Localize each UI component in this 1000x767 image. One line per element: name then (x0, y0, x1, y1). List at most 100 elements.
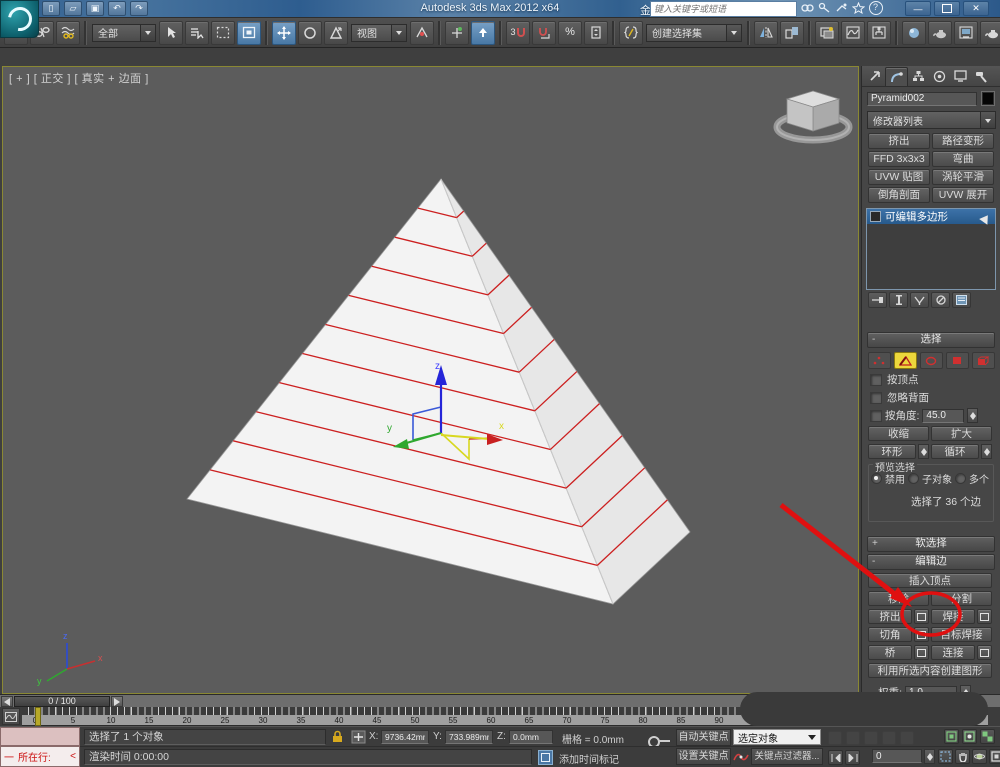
preview-disable-radio[interactable] (871, 473, 882, 484)
playback-controls[interactable] (828, 731, 914, 745)
set-key-button[interactable]: 设置关键点 (676, 748, 731, 765)
bind-to-space-warp-icon[interactable] (56, 21, 80, 45)
zoom-region-icon[interactable] (938, 749, 953, 764)
percent-snap-icon[interactable]: % (558, 21, 582, 45)
grow-button[interactable]: 扩大 (931, 426, 992, 441)
maxscript-mini-recorder[interactable] (0, 727, 80, 746)
configure-modifier-sets-icon[interactable] (952, 292, 971, 308)
zoom-extents-all-icon[interactable] (980, 729, 995, 744)
modifier-preset-button[interactable]: 弯曲 (932, 151, 994, 167)
zoom-extents-selected-icon[interactable] (962, 729, 977, 744)
preview-multiple-radio[interactable] (955, 473, 966, 484)
named-selection-sets-dropdown[interactable]: 创建选择集 (646, 24, 742, 42)
communication-center-icon[interactable] (834, 1, 849, 14)
schematic-view-icon[interactable] (867, 21, 891, 45)
chamfer-button[interactable]: 切角 (868, 627, 912, 642)
render-production-icon[interactable] (980, 21, 1000, 45)
maxscript-mini-listener[interactable]: 一 所在行: < (0, 746, 80, 767)
goto-start-icon[interactable] (828, 750, 843, 765)
maximize-button[interactable] (934, 1, 960, 16)
key-filters-button[interactable]: 关键点过滤器... (751, 748, 823, 765)
select-and-rotate-icon[interactable] (298, 21, 322, 45)
object-color-swatch[interactable] (981, 91, 995, 106)
x-coordinate-field[interactable] (381, 730, 429, 744)
object-name-field[interactable] (867, 92, 977, 106)
modifier-preset-button[interactable]: 路径变形 (932, 133, 994, 149)
angle-snap-icon[interactable] (532, 21, 556, 45)
extrude-button[interactable]: 挤出 (868, 609, 912, 624)
select-by-name-icon[interactable] (185, 21, 209, 45)
tab-display[interactable] (950, 67, 971, 85)
spinner-snap-icon[interactable] (584, 21, 608, 45)
create-shape-button[interactable]: 利用所选内容创建图形 (868, 663, 992, 678)
absolute-mode-icon[interactable] (351, 730, 366, 744)
zoom-extents-icon[interactable] (944, 729, 959, 744)
bridge-button[interactable]: 桥 (868, 645, 912, 660)
by-angle-field[interactable] (922, 409, 964, 423)
modifier-preset-button[interactable]: 涡轮平滑 (932, 169, 994, 185)
subobject-vertex-icon[interactable] (868, 352, 891, 369)
search-input[interactable] (651, 4, 796, 14)
selection-lock-icon[interactable] (331, 730, 344, 743)
ignore-backfacing-checkbox[interactable] (870, 392, 882, 404)
modifier-preset-button[interactable]: UVW 贴图 (868, 169, 930, 185)
subobject-polygon-icon[interactable] (946, 352, 969, 369)
tab-utilities[interactable] (971, 67, 992, 85)
perspective-viewport[interactable]: [ + ] [ 正交 ] [ 真实 + 边面 ] z (2, 66, 859, 694)
subobject-element-icon[interactable] (972, 352, 995, 369)
use-pivot-point-icon[interactable] (410, 21, 434, 45)
modifier-preset-button[interactable]: 挤出 (868, 133, 930, 149)
rollout-edit-edges-header[interactable]: -编辑边 (867, 554, 995, 570)
time-back-button[interactable] (1, 696, 13, 707)
redo-icon[interactable]: ↷ (130, 1, 148, 16)
close-button[interactable]: ✕ (963, 1, 989, 16)
pyramid-object[interactable] (187, 179, 690, 604)
save-file-icon[interactable]: ▣ (86, 1, 104, 16)
frame-spinner[interactable] (924, 749, 935, 764)
by-angle-checkbox[interactable] (870, 410, 882, 422)
weld-button[interactable]: 焊接 (931, 609, 975, 624)
connect-settings-button[interactable] (977, 645, 992, 660)
rollout-soft-selection-header[interactable]: +软选择 (867, 536, 995, 552)
tab-modify[interactable] (885, 67, 908, 86)
current-frame-field[interactable] (872, 749, 922, 763)
connect-button[interactable]: 连接 (931, 645, 975, 660)
tab-create[interactable] (864, 67, 885, 85)
material-editor-icon[interactable] (902, 21, 926, 45)
set-keys-key-icon[interactable] (648, 736, 670, 746)
select-and-manipulate-icon[interactable] (445, 21, 469, 45)
add-time-tag[interactable]: 添加时间标记 (559, 751, 619, 766)
search-binoculars-icon[interactable] (800, 1, 815, 14)
selection-filter-dropdown[interactable]: 全部 (92, 24, 156, 42)
help-icon[interactable]: ? (868, 1, 883, 14)
isolate-selection-icon[interactable] (538, 750, 553, 765)
modifier-preset-button[interactable]: UVW 展开 (932, 187, 994, 203)
curve-editor-icon[interactable] (841, 21, 865, 45)
application-menu-button[interactable] (0, 0, 39, 38)
modifier-preset-button[interactable]: 倒角剖面 (868, 187, 930, 203)
time-slider-handle[interactable]: 0 / 100 (14, 696, 110, 707)
selected-object-dropdown[interactable]: 选定对象 (733, 729, 821, 745)
z-coordinate-field[interactable] (509, 730, 553, 744)
rollout-selection-header[interactable]: -选择 (867, 332, 995, 348)
rendered-frame-window-icon[interactable] (954, 21, 978, 45)
open-mini-curve-editor-button[interactable] (2, 708, 20, 725)
window-crossing-toggle-icon[interactable] (237, 21, 261, 45)
insert-vertex-button[interactable]: 插入顶点 (868, 573, 992, 588)
select-and-scale-icon[interactable] (324, 21, 348, 45)
layer-manager-icon[interactable] (815, 21, 839, 45)
time-slider-frame-marker[interactable] (35, 707, 41, 726)
snaps-toggle-icon[interactable]: 3 (506, 21, 530, 45)
weld-settings-button[interactable] (977, 609, 992, 624)
loop-button[interactable]: 循环 (931, 444, 979, 459)
maximize-viewport-toggle-icon[interactable] (989, 749, 1000, 764)
chamfer-settings-button[interactable] (914, 627, 929, 642)
split-button[interactable]: 分割 (931, 591, 992, 606)
render-setup-icon[interactable] (928, 21, 952, 45)
align-icon[interactable] (780, 21, 804, 45)
edit-named-selection-sets-icon[interactable] (619, 21, 643, 45)
stack-item-editable-poly[interactable]: 可编辑多边形 (867, 209, 995, 224)
modifier-list-dropdown[interactable]: 修改器列表 (867, 111, 996, 129)
mirror-icon[interactable] (754, 21, 778, 45)
undo-icon[interactable]: ↶ (108, 1, 126, 16)
